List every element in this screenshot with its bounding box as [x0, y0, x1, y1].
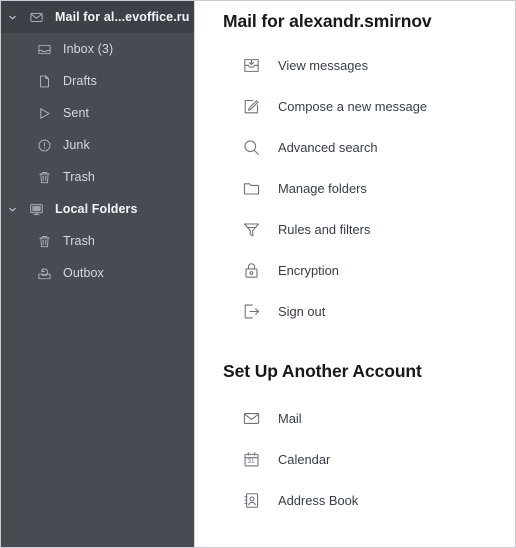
setup-accounts-list[interactable]: Mail 31 Calendar Address Book: [223, 398, 515, 521]
envelope-icon: [23, 10, 49, 25]
sidebar-item-inbox-3[interactable]: Inbox (3): [1, 33, 194, 65]
envelope-icon: [236, 409, 266, 428]
calendar-icon: 31: [236, 450, 266, 469]
account-action-label: Rules and filters: [278, 222, 371, 237]
address-book-icon: [236, 491, 266, 510]
lock-icon: [236, 261, 266, 280]
compose-pencil-icon: [236, 97, 266, 116]
setup-action-label: Address Book: [278, 493, 359, 508]
sidebar-item-label: Mail for al...evoffice.ru: [55, 10, 190, 24]
account-action-encryption[interactable]: Encryption: [223, 250, 515, 291]
account-action-advanced-search[interactable]: Advanced search: [223, 127, 515, 168]
inbox-download-icon: [236, 56, 266, 75]
document-icon: [31, 74, 57, 89]
chevron-down-icon[interactable]: [1, 205, 23, 214]
account-action-label: View messages: [278, 58, 369, 73]
setup-action-label: Calendar: [278, 452, 331, 467]
folder-icon: [236, 179, 266, 198]
sidebar-item-junk[interactable]: Junk: [1, 129, 194, 161]
sidebar-item-label: Drafts: [63, 74, 97, 88]
search-icon: [236, 138, 266, 157]
send-triangle-icon: [31, 106, 57, 121]
sidebar-item-sent[interactable]: Sent: [1, 97, 194, 129]
outbox-tray-icon: [31, 266, 57, 281]
account-action-rules-and-filters[interactable]: Rules and filters: [223, 209, 515, 250]
account-action-label: Advanced search: [278, 140, 378, 155]
account-action-sign-out[interactable]: Sign out: [223, 291, 515, 332]
sidebar-item-label: Outbox: [63, 266, 104, 280]
account-action-view-messages[interactable]: View messages: [223, 45, 515, 86]
account-action-label: Sign out: [278, 304, 326, 319]
filter-funnel-icon: [236, 220, 266, 239]
account-action-label: Manage folders: [278, 181, 367, 196]
chevron-down-icon[interactable]: [1, 13, 23, 22]
sidebar-item-local-folders[interactable]: Local Folders: [1, 193, 194, 225]
folder-pane[interactable]: Mail for al...evoffice.ru Inbox (3) Drafts…: [1, 1, 195, 547]
sidebar-item-label: Trash: [63, 170, 95, 184]
setup-section-title: Set Up Another Account: [223, 361, 422, 381]
sign-out-icon: [236, 302, 266, 321]
setup-action-calendar[interactable]: 31 Calendar: [223, 439, 515, 480]
junk-octagon-icon: [31, 138, 57, 153]
trash-icon: [31, 170, 57, 185]
account-action-label: Compose a new message: [278, 99, 428, 114]
sidebar-item-drafts[interactable]: Drafts: [1, 65, 194, 97]
sidebar-item-label: Inbox (3): [63, 42, 114, 56]
account-central-pane: Mail for alexandr.smirnov View messages C…: [195, 1, 515, 547]
account-actions-list[interactable]: View messages Compose a new message Advanc…: [223, 45, 515, 332]
sidebar-item-trash[interactable]: Trash: [1, 161, 194, 193]
sidebar-item-label: Sent: [63, 106, 90, 120]
sidebar-item-label: Local Folders: [55, 202, 138, 216]
account-action-compose-a-new-message[interactable]: Compose a new message: [223, 86, 515, 127]
account-action-manage-folders[interactable]: Manage folders: [223, 168, 515, 209]
account-action-label: Encryption: [278, 263, 339, 278]
setup-action-label: Mail: [278, 411, 302, 426]
sidebar-item-trash[interactable]: Trash: [1, 225, 194, 257]
sidebar-item-mail-for-al-evoffice-ru[interactable]: Mail for al...evoffice.ru: [1, 1, 194, 33]
inbox-tray-icon: [31, 42, 57, 57]
setup-action-mail[interactable]: Mail: [223, 398, 515, 439]
setup-action-address-book[interactable]: Address Book: [223, 480, 515, 521]
mail-account-central-window: Mail for al...evoffice.ru Inbox (3) Drafts…: [0, 0, 516, 548]
page-title: Mail for alexandr.smirnov: [223, 11, 432, 31]
trash-icon: [31, 234, 57, 249]
sidebar-item-label: Junk: [63, 138, 90, 152]
sidebar-item-outbox[interactable]: Outbox: [1, 257, 194, 289]
calendar-day-number: 31: [247, 457, 255, 465]
sidebar-item-label: Trash: [63, 234, 95, 248]
monitor-icon: [23, 202, 49, 217]
